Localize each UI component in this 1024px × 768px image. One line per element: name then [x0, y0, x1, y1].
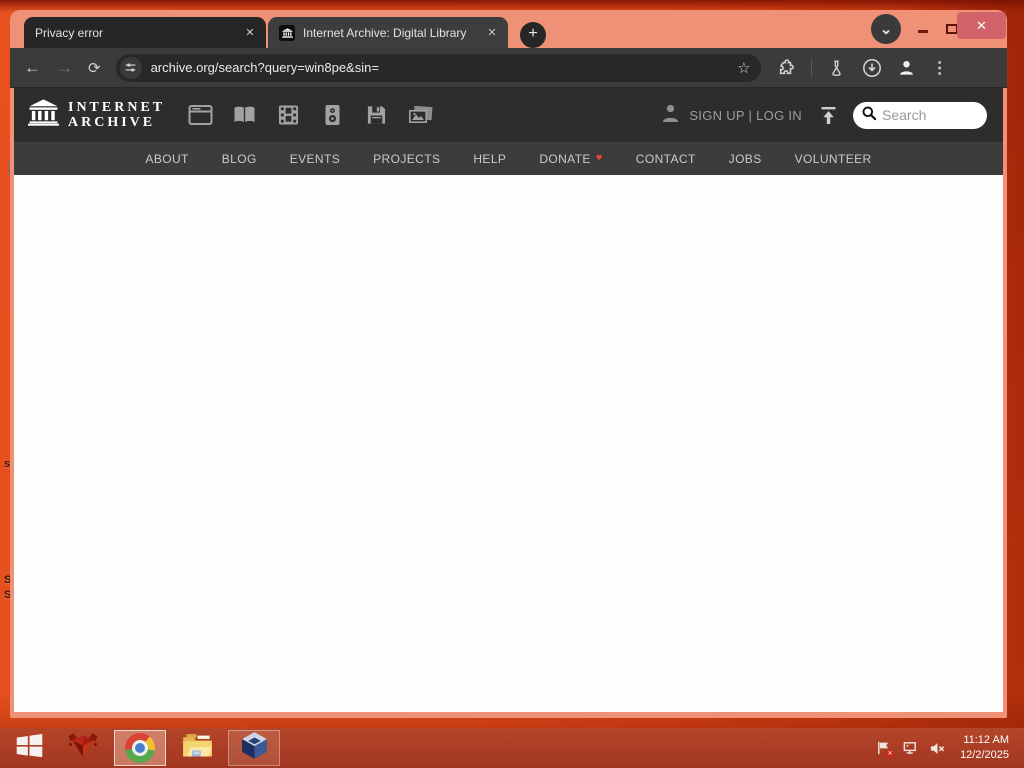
minimize-icon — [918, 29, 928, 33]
site-settings-icon[interactable] — [119, 56, 142, 79]
software-icon[interactable] — [363, 103, 390, 127]
signup-login-link[interactable]: SIGN UP | LOG IN — [689, 108, 802, 123]
tab-internet-archive[interactable]: Internet Archive: Digital Library ✕ — [268, 17, 508, 48]
archive-header: INTERNET ARCHIVE SIGN UP | LOG IN Search — [14, 88, 1003, 142]
tab-strip: Privacy error ✕ Internet Archive: Digita… — [10, 10, 1007, 48]
nav-item-blog[interactable]: BLOG — [222, 152, 257, 166]
windows-start-icon — [16, 734, 43, 762]
taskbar-virtualbox-app[interactable] — [228, 730, 280, 766]
upload-icon[interactable] — [818, 105, 839, 125]
labs-flask-icon[interactable] — [827, 58, 847, 78]
download-icon[interactable] — [862, 58, 882, 78]
archive-header-right: SIGN UP | LOG IN — [660, 101, 987, 129]
nav-item-volunteer[interactable]: VOLUNTEER — [795, 152, 872, 166]
red-diamond-app-icon — [64, 730, 102, 766]
taskbar-red-diamond-app[interactable] — [57, 730, 109, 766]
heart-icon: ♥ — [595, 152, 603, 164]
volume-muted-icon[interactable] — [928, 739, 946, 757]
texts-icon[interactable] — [231, 103, 258, 127]
nav-item-projects[interactable]: PROJECTS — [373, 152, 440, 166]
archive-logo[interactable]: INTERNET ARCHIVE — [28, 99, 165, 131]
archive-logo-icon — [28, 99, 59, 131]
media-type-icons — [187, 103, 434, 127]
audio-icon[interactable] — [319, 103, 346, 127]
clock-time: 11:12 AM — [963, 734, 1009, 747]
forward-button[interactable]: → — [56, 59, 73, 76]
taskbar: ✕ 11:12 AM 12/2/2025 — [0, 728, 1024, 768]
person-icon — [660, 102, 681, 128]
archive-nav: ABOUT BLOG EVENTS PROJECTS HELP DONATE ♥… — [14, 142, 1003, 175]
archive-search-input[interactable] — [882, 107, 974, 123]
file-explorer-icon — [181, 732, 214, 764]
taskbar-clock[interactable]: 11:12 AM 12/2/2025 — [960, 733, 1013, 763]
tab-title: Privacy error — [35, 25, 104, 40]
archive-search-box[interactable] — [853, 101, 987, 129]
taskbar-chrome-app[interactable] — [114, 730, 166, 766]
clock-date: 12/2/2025 — [960, 749, 1009, 761]
reload-button[interactable]: ⟳ — [88, 59, 101, 77]
tab-title: Internet Archive: Digital Library — [303, 25, 467, 40]
web-icon[interactable] — [187, 103, 214, 127]
address-bar[interactable]: archive.org/search?query=win8pe&sin= ☆ — [115, 53, 761, 82]
back-button[interactable]: ← — [24, 59, 41, 76]
browser-toolbar: ← → ⟳ archive.org/search?query=win8pe&si… — [10, 48, 1007, 88]
system-tray: ✕ 11:12 AM 12/2/2025 — [874, 733, 1018, 763]
tab-search-button[interactable]: ⌄ — [871, 14, 901, 44]
chrome-icon — [125, 733, 155, 763]
chrome-icon-core — [135, 743, 145, 753]
menu-dots-icon[interactable]: ⋮ — [932, 58, 948, 78]
tab-close-icon[interactable]: ✕ — [484, 25, 500, 41]
search-icon — [861, 105, 877, 126]
nav-item-events[interactable]: EVENTS — [290, 152, 340, 166]
virtualbox-icon — [239, 730, 270, 766]
archive-logo-text: INTERNET ARCHIVE — [68, 99, 166, 130]
tab-privacy-error[interactable]: Privacy error ✕ — [24, 17, 266, 48]
minimize-button[interactable] — [911, 20, 935, 42]
images-icon[interactable] — [407, 103, 434, 127]
video-icon[interactable] — [275, 103, 302, 127]
page-content-blank — [14, 175, 1003, 712]
close-icon: ✕ — [976, 17, 987, 33]
window-close-button[interactable]: ✕ — [957, 12, 1006, 39]
error-badge-icon: ✕ — [886, 750, 895, 758]
toolbar-separator — [810, 58, 812, 77]
taskbar-file-explorer[interactable] — [171, 730, 223, 766]
action-center-flag-icon[interactable]: ✕ — [874, 739, 895, 758]
archive-favicon-icon — [279, 24, 295, 41]
bookmark-star-icon[interactable]: ☆ — [737, 59, 750, 77]
url-text[interactable]: archive.org/search?query=win8pe&sin= — [151, 60, 729, 75]
browser-window: Privacy error ✕ Internet Archive: Digita… — [10, 10, 1007, 718]
network-icon[interactable] — [901, 739, 919, 757]
nav-item-about[interactable]: ABOUT — [145, 152, 188, 166]
tab-close-icon[interactable]: ✕ — [242, 25, 258, 41]
new-tab-button[interactable]: + — [520, 22, 546, 48]
web-page: INTERNET ARCHIVE SIGN UP | LOG IN Search… — [14, 88, 1003, 712]
start-button[interactable] — [6, 730, 52, 766]
profile-icon[interactable] — [897, 58, 917, 78]
nav-item-donate[interactable]: DONATE ♥ — [539, 152, 602, 166]
nav-item-jobs[interactable]: JOBS — [729, 152, 762, 166]
nav-item-contact[interactable]: CONTACT — [636, 152, 696, 166]
extensions-icon[interactable] — [776, 58, 796, 78]
chevron-down-icon: ⌄ — [879, 21, 893, 38]
nav-item-help[interactable]: HELP — [473, 152, 506, 166]
